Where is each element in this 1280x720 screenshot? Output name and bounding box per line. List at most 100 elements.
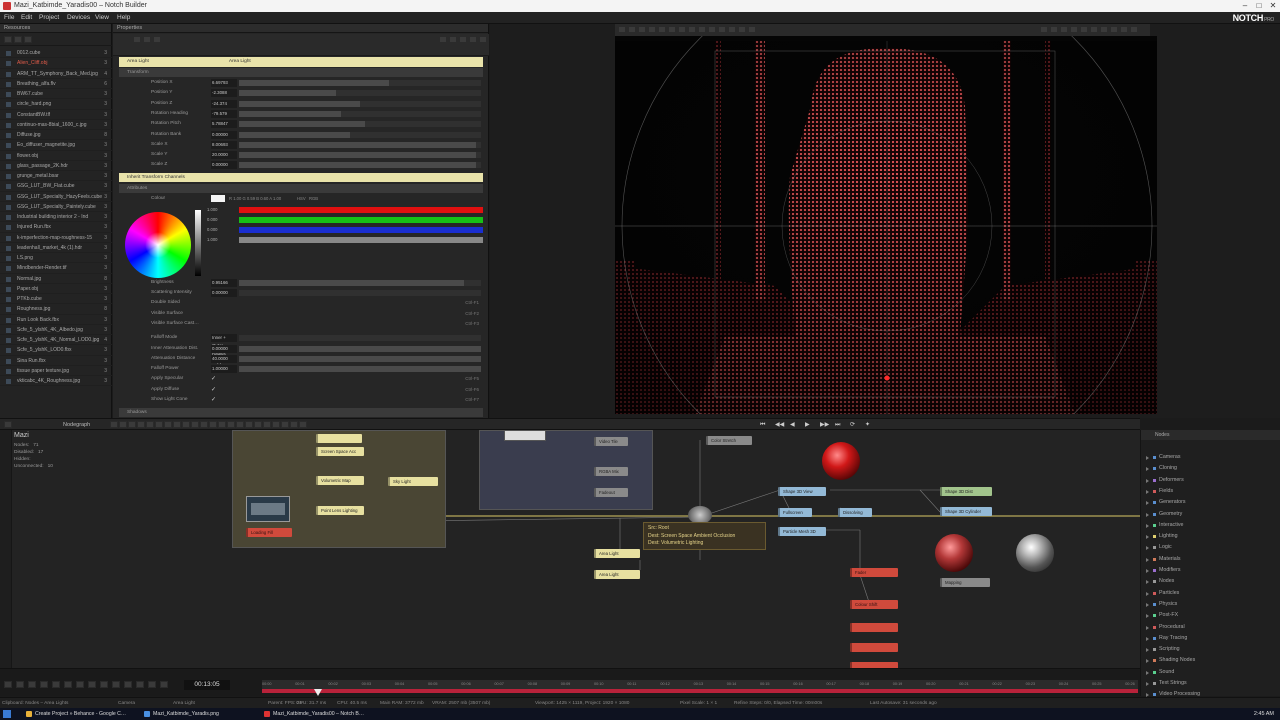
property-row[interactable]: Falloff Power 1.00000 <box>119 364 483 374</box>
property-row[interactable]: Scale Z 0.00000 <box>119 160 483 170</box>
library-category[interactable]: Cameras <box>1141 452 1280 463</box>
more-icon[interactable] <box>469 36 477 43</box>
timeline-tool-icon[interactable] <box>160 681 168 688</box>
property-value-field[interactable]: 40.0000 <box>211 354 237 363</box>
viewport-view-icon[interactable] <box>1090 26 1098 33</box>
library-category[interactable]: Generators <box>1141 497 1280 508</box>
property-row[interactable]: Position Y -2.3088 <box>119 88 483 98</box>
viewport-view-icon[interactable] <box>1060 26 1068 33</box>
property-value-field[interactable]: 1.00000 <box>211 365 237 374</box>
resource-item[interactable]: tissue paper texture.jpg 3 <box>0 366 112 376</box>
viewport-view-icon[interactable] <box>1040 26 1048 33</box>
viewport-view-icon[interactable] <box>1100 26 1108 33</box>
menu-file[interactable]: File <box>4 12 14 24</box>
copy-icon[interactable] <box>439 36 447 43</box>
colour-mode-tab[interactable]: HSV <box>297 194 306 204</box>
property-value-field[interactable]: -24.374 <box>211 99 237 108</box>
start-icon[interactable] <box>3 710 11 718</box>
checkbox[interactable]: ✓ <box>211 375 216 382</box>
graph-node[interactable]: Volumetric Map <box>316 476 364 485</box>
playback-button[interactable]: ⏮ <box>760 420 765 430</box>
nodegraph-tool-icon[interactable] <box>290 421 298 428</box>
colour-channel-bar-g[interactable] <box>239 216 483 223</box>
remove-resource-icon[interactable] <box>14 36 22 43</box>
timeline-tool-icon[interactable] <box>136 681 144 688</box>
section-header[interactable]: Shadows <box>119 408 483 417</box>
expand-arrow-icon[interactable] <box>1146 456 1149 460</box>
viewport-tool-icon[interactable] <box>618 26 626 33</box>
resource-item[interactable]: Industrial building interior 2 - Ind 3 <box>0 212 112 223</box>
library-category[interactable]: Fields <box>1141 486 1280 497</box>
property-row[interactable]: Visible Surface Ctrl-F2 <box>119 309 483 319</box>
expand-arrow-icon[interactable] <box>1146 625 1149 630</box>
viewport-tool-icon[interactable] <box>658 26 666 33</box>
property-value-field[interactable]: 0.00000 <box>211 161 237 170</box>
graph-node[interactable]: Sky Light <box>388 477 438 486</box>
colour-wheel[interactable] <box>125 211 191 278</box>
resource-item[interactable]: Diffuse.jpg 8 <box>0 130 112 141</box>
viewport-view-icon[interactable] <box>1120 26 1128 33</box>
nodegraph-tool-icon[interactable] <box>272 421 280 428</box>
library-category[interactable]: Deformers <box>1141 475 1280 486</box>
timeline-tool-icon[interactable] <box>124 681 132 688</box>
material-preview-chrome[interactable] <box>1016 534 1054 572</box>
menu-edit[interactable]: Edit <box>21 12 32 24</box>
property-row[interactable]: Position X 6.69793 <box>119 78 483 88</box>
colour-channel-bar-a[interactable] <box>239 236 483 243</box>
library-category[interactable]: Shading Nodes <box>1141 655 1280 666</box>
property-row[interactable]: Scattering Intensity 0.00000 <box>119 288 483 298</box>
resource-item[interactable]: Normal.jpg 8 <box>0 274 112 284</box>
timeline-tool-icon[interactable] <box>64 681 72 688</box>
property-value-field[interactable]: 5.78847 <box>211 120 237 129</box>
viewport-tool-icon[interactable] <box>668 26 676 33</box>
property-value-field[interactable]: 0.00000 <box>211 289 237 297</box>
property-value-field[interactable]: 20.0000 <box>211 151 237 160</box>
playback-button[interactable]: ⏭ <box>835 420 840 430</box>
nodegraph-tool-icon[interactable] <box>236 421 244 428</box>
material-preview-red-dark[interactable] <box>935 534 973 572</box>
timeline-tool-icon[interactable] <box>28 681 36 688</box>
graph-node[interactable]: Screen Space Acc <box>316 447 364 456</box>
viewport-tool-icon[interactable] <box>718 26 726 33</box>
expand-arrow-icon[interactable] <box>1146 546 1149 551</box>
viewport-tool-icon[interactable] <box>678 26 686 33</box>
resource-item[interactable]: Roughness.jpg 8 <box>0 304 112 315</box>
resource-item[interactable]: Breathing_alfa.flv 6 <box>0 79 112 89</box>
property-row[interactable]: Show Light Cone ✓ Ctrl-F7 <box>119 395 483 405</box>
graph-node[interactable]: Mapping <box>940 578 990 587</box>
timecode-display[interactable]: 00:13:05 <box>184 680 230 690</box>
timeline-tool-icon[interactable] <box>148 681 156 688</box>
graph-node[interactable]: Particle Mesh 3D <box>778 527 826 536</box>
resource-item[interactable]: continuo-mas-8bial_1600_c.jpg 3 <box>0 120 112 130</box>
viewport-tool-icon[interactable] <box>638 26 646 33</box>
library-category[interactable]: Logic <box>1141 542 1280 553</box>
graph-node[interactable]: Color Stretch <box>706 436 752 445</box>
property-row[interactable]: Position Z -24.374 <box>119 99 483 109</box>
resource-item[interactable]: GSG_LUT_Specialty_Paintely.cube 3 <box>0 202 112 212</box>
nodegraph-tool-icon[interactable] <box>200 421 208 428</box>
library-category[interactable]: Ray Tracing <box>1141 633 1280 644</box>
viewport-tool-icon[interactable] <box>708 26 716 33</box>
property-slider-track[interactable] <box>239 290 481 296</box>
graph-node[interactable]: Area Light <box>594 549 640 558</box>
resource-item[interactable]: Eo_diffuser_magnetite.jpg 3 <box>0 140 112 151</box>
nodegraph-tool-icon[interactable] <box>155 421 163 428</box>
material-preview-red[interactable] <box>822 442 860 480</box>
timeline-tool-icon[interactable] <box>100 681 108 688</box>
resource-item[interactable]: glass_passage_2K.hdr 3 <box>0 161 112 171</box>
viewport-tool-icon[interactable] <box>698 26 706 33</box>
resource-item[interactable]: Scfe_5_ylshK_4K_Albedo.jpg 3 <box>0 325 112 335</box>
playback-button[interactable]: ▶▶ <box>820 420 829 430</box>
resource-item[interactable]: Injured Run.fbx 3 <box>0 222 112 233</box>
property-value-field[interactable]: -2.3088 <box>211 89 237 98</box>
section-header[interactable]: Transform <box>119 68 483 77</box>
nodegraph-tool-icon[interactable] <box>227 421 235 428</box>
expand-arrow-icon[interactable] <box>1146 614 1149 619</box>
property-row[interactable]: Apply Specular ✓ Ctrl-F5 <box>119 374 483 384</box>
expand-arrow-icon[interactable] <box>1146 670 1149 675</box>
expand-arrow-icon[interactable] <box>1146 478 1149 483</box>
minimize-button[interactable]: – <box>1238 0 1252 12</box>
reset-icon[interactable] <box>459 36 467 43</box>
nodegraph-tool-icon[interactable] <box>110 421 118 428</box>
library-category[interactable]: Particles <box>1141 588 1280 599</box>
